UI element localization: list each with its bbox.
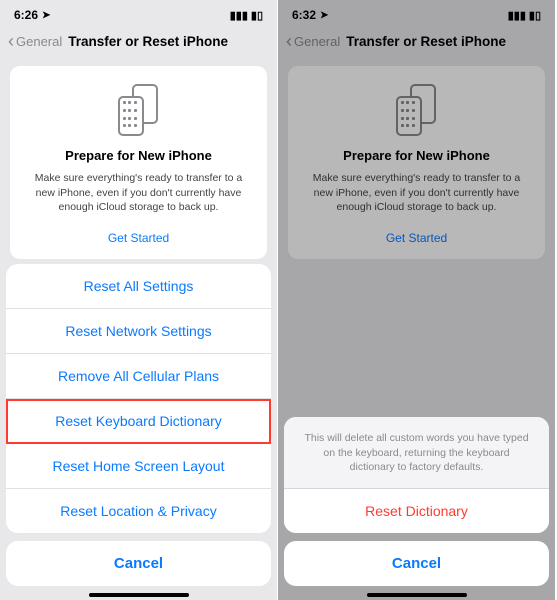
card-description: Make sure everything's ready to transfer…: [24, 171, 253, 215]
reset-network-settings-item[interactable]: Reset Network Settings: [6, 309, 271, 354]
back-label: General: [16, 34, 62, 49]
sheet-cancel-group: Cancel: [284, 541, 549, 586]
cancel-button[interactable]: Cancel: [6, 541, 271, 586]
phone-right-screenshot: 6:32 ➤ ▮▮▮ ▮▯ ‹ General Transfer or Rese…: [278, 0, 556, 600]
battery-icon: ▮▯: [251, 9, 263, 22]
reset-home-screen-layout-item[interactable]: Reset Home Screen Layout: [6, 444, 271, 489]
back-button[interactable]: ‹ General: [8, 32, 62, 50]
sheet-options-group: Reset All Settings Reset Network Setting…: [6, 264, 271, 533]
location-icon: ➤: [42, 10, 50, 21]
status-time: 6:26: [14, 8, 38, 22]
home-indicator[interactable]: [89, 593, 189, 597]
cancel-button[interactable]: Cancel: [284, 541, 549, 586]
page-title: Transfer or Reset iPhone: [68, 34, 228, 49]
home-indicator[interactable]: [367, 593, 467, 597]
reset-keyboard-dictionary-item[interactable]: Reset Keyboard Dictionary: [6, 399, 271, 444]
remove-all-cellular-plans-item[interactable]: Remove All Cellular Plans: [6, 354, 271, 399]
confirm-message: This will delete all custom words you ha…: [284, 417, 549, 489]
chevron-left-icon: ‹: [8, 32, 14, 50]
confirm-group: This will delete all custom words you ha…: [284, 417, 549, 533]
signal-icon: ▮▮▮: [230, 9, 248, 22]
prepare-card: Prepare for New iPhone Make sure everyth…: [10, 66, 267, 259]
phone-left-screenshot: 6:26 ➤ ▮▮▮ ▮▯ ‹ General Transfer or Rese…: [0, 0, 278, 600]
reset-location-privacy-item[interactable]: Reset Location & Privacy: [6, 489, 271, 533]
get-started-link[interactable]: Get Started: [24, 231, 253, 245]
sheet-cancel-group: Cancel: [6, 541, 271, 586]
nav-bar: ‹ General Transfer or Reset iPhone: [0, 20, 277, 60]
reset-action-sheet: Reset All Settings Reset Network Setting…: [6, 264, 271, 594]
reset-all-settings-item[interactable]: Reset All Settings: [6, 264, 271, 309]
status-bar: 6:26 ➤ ▮▮▮ ▮▯: [0, 0, 277, 20]
reset-dictionary-button[interactable]: Reset Dictionary: [284, 489, 549, 533]
card-title: Prepare for New iPhone: [24, 148, 253, 163]
iphone-transfer-icon: [118, 84, 160, 136]
confirm-action-sheet: This will delete all custom words you ha…: [284, 417, 549, 594]
